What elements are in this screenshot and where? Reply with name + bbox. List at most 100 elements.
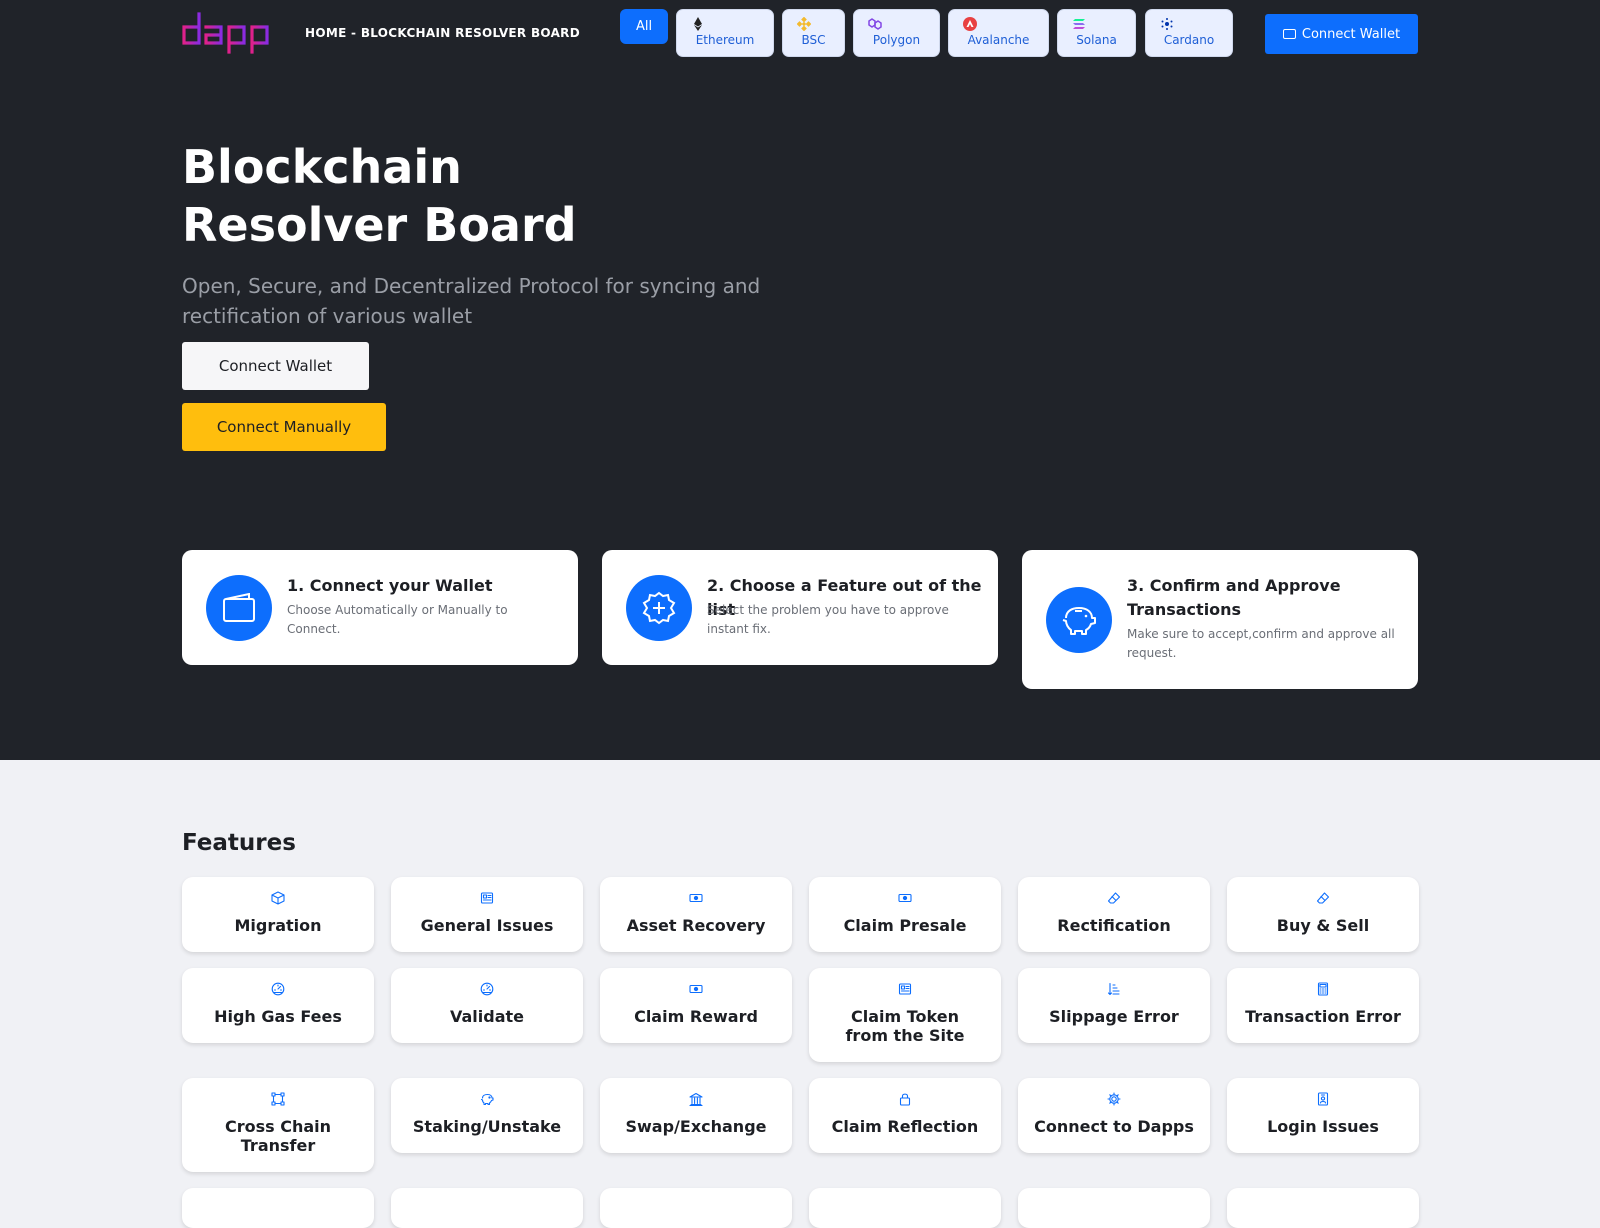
step-card-connect: 1. Connect your Wallet Choose Automatica…: [182, 550, 578, 665]
gear-icon: [1107, 1092, 1121, 1106]
feature-label: Swap/Exchange: [625, 1117, 767, 1136]
step-description: Make sure to accept,confirm and approve …: [1127, 627, 1395, 660]
feature-label: Staking/Unstake: [412, 1117, 562, 1136]
feature-label: Asset Recovery: [626, 916, 766, 935]
feature-label: Cross Chain Transfer: [224, 1117, 332, 1155]
speedometer-icon: [271, 982, 285, 996]
cardano-icon: [1161, 18, 1173, 30]
feature-label: Validate: [449, 1007, 525, 1026]
title-line-1: Blockchain: [182, 140, 462, 194]
cash-icon: [689, 893, 703, 903]
feature-card-asset-recovery[interactable]: Asset Recovery: [600, 877, 792, 952]
avalanche-icon: [963, 17, 977, 31]
feature-label: Slippage Error: [1049, 1007, 1179, 1026]
nav-connect-label: Connect Wallet: [1301, 26, 1401, 42]
chain-label: Solana: [1076, 33, 1117, 47]
feature-card-partial[interactable]: [182, 1188, 374, 1228]
nav-connect-wallet-button[interactable]: Connect Wallet: [1265, 14, 1418, 54]
feature-label: Rectification: [1057, 916, 1171, 935]
feature-card-partial[interactable]: [600, 1188, 792, 1228]
feature-card-slippage-error[interactable]: Slippage Error: [1018, 968, 1210, 1043]
chain-filter-all[interactable]: All: [620, 9, 668, 44]
person-badge-icon: [1317, 1092, 1329, 1106]
bounding-box-icon: [271, 1092, 285, 1106]
feature-label: Migration: [234, 916, 322, 935]
step-card-confirm: 3. Confirm and Approve Transactions Make…: [1022, 550, 1418, 689]
feature-card-rectification[interactable]: Rectification: [1018, 877, 1210, 952]
feature-label: Connect to Dapps: [1034, 1117, 1194, 1136]
hero-section: HOME - BLOCKCHAIN RESOLVER BOARD All Eth…: [0, 0, 1600, 760]
feature-label: Login Issues: [1267, 1117, 1379, 1136]
polygon-icon: [868, 18, 882, 30]
newspaper-icon: [480, 892, 494, 904]
calculator-icon: [1317, 982, 1329, 996]
step-card-choose: 2. Choose a Feature out of the list Sele…: [602, 550, 998, 665]
feature-label: Claim Token from the Site: [845, 1007, 965, 1045]
dapp-logo[interactable]: [181, 12, 273, 54]
speedometer-icon: [480, 982, 494, 996]
feature-card-claim-presale[interactable]: Claim Presale: [809, 877, 1001, 952]
feature-label: Transaction Error: [1245, 1007, 1401, 1026]
chain-filter-avalanche[interactable]: Avalanche: [948, 9, 1049, 57]
feature-card-claim-token-from-the-site[interactable]: Claim Token from the Site: [809, 968, 1001, 1062]
feature-card-buy-sell[interactable]: Buy & Sell: [1227, 877, 1419, 952]
newspaper-icon: [898, 983, 912, 995]
step-description: Choose Automatically or Manually to Conn…: [287, 603, 508, 636]
chain-label: Cardano: [1163, 33, 1215, 47]
feature-card-partial[interactable]: [809, 1188, 1001, 1228]
feature-card-login-issues[interactable]: Login Issues: [1227, 1078, 1419, 1153]
feature-card-staking-unstake[interactable]: Staking/Unstake: [391, 1078, 583, 1153]
feature-card-connect-to-dapps[interactable]: Connect to Dapps: [1018, 1078, 1210, 1153]
feature-card-partial[interactable]: [1018, 1188, 1210, 1228]
top-nav: HOME - BLOCKCHAIN RESOLVER BOARD All Eth…: [0, 0, 1600, 64]
feature-card-partial[interactable]: [391, 1188, 583, 1228]
ethereum-icon: [694, 17, 702, 31]
step-icon-circle: [1046, 587, 1112, 653]
bank-icon: [689, 1092, 703, 1106]
chain-filter-solana[interactable]: Solana: [1057, 9, 1136, 57]
box-icon: [271, 891, 285, 905]
feature-card-transaction-error[interactable]: Transaction Error: [1227, 968, 1419, 1043]
chain-filter-cardano[interactable]: Cardano: [1145, 9, 1233, 57]
feature-card-claim-reflection[interactable]: Claim Reflection: [809, 1078, 1001, 1153]
title-line-2: Resolver Board: [182, 198, 577, 252]
feature-card-cross-chain-transfer[interactable]: Cross Chain Transfer: [182, 1078, 374, 1172]
cash-icon: [689, 984, 703, 994]
chain-filter-polygon[interactable]: Polygon: [853, 9, 940, 57]
chain-filter-bsc[interactable]: BSC: [782, 9, 845, 57]
feature-label: Claim Reflection: [831, 1117, 979, 1136]
chain-filter-ethereum[interactable]: Ethereum: [676, 9, 774, 57]
feature-card-general-issues[interactable]: General Issues: [391, 877, 583, 952]
bsc-icon: [797, 17, 811, 31]
breadcrumb: HOME - BLOCKCHAIN RESOLVER BOARD: [305, 26, 580, 40]
feature-card-high-gas-fees[interactable]: High Gas Fees: [182, 968, 374, 1043]
feature-card-swap-exchange[interactable]: Swap/Exchange: [600, 1078, 792, 1153]
feature-card-validate[interactable]: Validate: [391, 968, 583, 1043]
features-title: Features: [182, 830, 296, 856]
wallet-icon: [223, 593, 255, 622]
chain-label: Polygon: [872, 33, 921, 47]
hero-subtitle: Open, Secure, and Decentralized Protocol…: [182, 274, 761, 328]
connect-wallet-button[interactable]: Connect Wallet: [182, 342, 369, 390]
solana-icon: [1073, 19, 1085, 29]
piggy-icon: [480, 1093, 494, 1106]
wallet-icon: [1282, 29, 1296, 39]
feature-label: Claim Presale: [843, 916, 967, 935]
feature-label: General Issues: [420, 916, 554, 935]
chain-label: Avalanche: [967, 33, 1030, 47]
connect-manually-button[interactable]: Connect Manually: [182, 403, 386, 451]
piggy-bank-icon: [1062, 607, 1096, 635]
eraser-icon: [1107, 892, 1121, 904]
step-title: 3. Confirm and Approve Transactions: [1127, 576, 1341, 619]
step-description: Select the problem you have to approve i…: [707, 603, 949, 636]
feature-card-migration[interactable]: Migration: [182, 877, 374, 952]
feature-card-partial[interactable]: [1227, 1188, 1419, 1228]
feature-card-claim-reward[interactable]: Claim Reward: [600, 968, 792, 1043]
feature-label: Buy & Sell: [1276, 916, 1370, 935]
feature-label: High Gas Fees: [214, 1007, 342, 1026]
feature-label: Claim Reward: [634, 1007, 758, 1026]
step-title: 1. Connect your Wallet: [287, 576, 493, 595]
step-icon-circle: [206, 575, 272, 641]
lock-icon: [899, 1093, 911, 1106]
step-icon-circle: [626, 575, 692, 641]
